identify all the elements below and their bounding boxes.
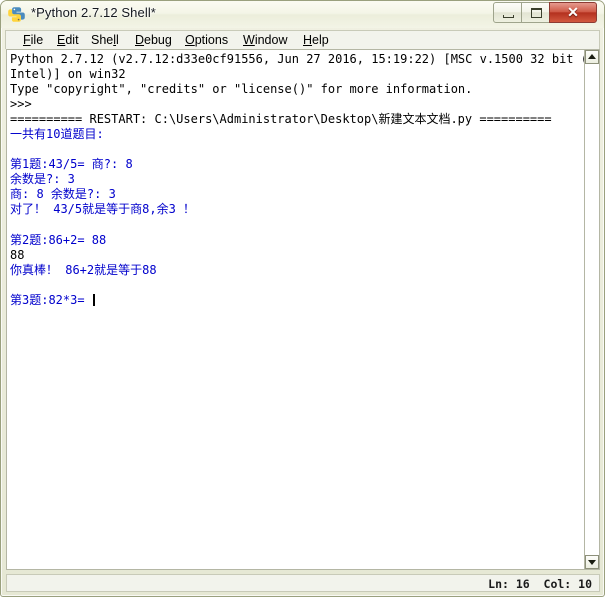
- close-button[interactable]: ✕: [549, 2, 597, 23]
- console-line: 余数是?: 3: [10, 172, 75, 187]
- console-line: 一共有10道题目:: [10, 127, 104, 142]
- console-line: ========== RESTART: C:\Users\Administrat…: [10, 112, 552, 127]
- console-line: 88: [10, 247, 25, 262]
- text-caret: [92, 293, 95, 306]
- menu-item-shell[interactable]: Shell: [86, 32, 124, 49]
- menu-item-window[interactable]: Window: [238, 32, 292, 49]
- scroll-up-arrow-icon: [588, 54, 596, 59]
- close-icon: ✕: [567, 4, 579, 20]
- title-bar: *Python 2.7.12 Shell* ✕: [1, 1, 604, 28]
- console-line: 你真棒！ 86+2就是等于88: [10, 262, 157, 277]
- console-line: >>>: [10, 97, 32, 112]
- console-line: Python 2.7.12 (v2.7.12:d33e0cf91556, Jun…: [10, 52, 584, 66]
- scroll-up-button[interactable]: [585, 50, 599, 64]
- console-line: 商: 8 余数是?: 3: [10, 187, 116, 202]
- minimize-button[interactable]: [493, 2, 522, 23]
- menu-item-file[interactable]: File: [18, 32, 48, 49]
- console-line: 第3题:82*3=: [10, 293, 582, 308]
- scroll-down-button[interactable]: [585, 555, 599, 569]
- console-output: Python 2.7.12 (v2.7.12:d33e0cf91556, Jun…: [10, 52, 584, 308]
- shell-text-area[interactable]: Python 2.7.12 (v2.7.12:d33e0cf91556, Jun…: [6, 49, 584, 570]
- menu-item-help[interactable]: Help: [298, 32, 334, 49]
- console-line: Intel)] on win32: [10, 67, 126, 82]
- menu-item-options[interactable]: Options: [180, 32, 233, 49]
- console-line: Type "copyright", "credits" or "license(…: [10, 82, 473, 97]
- console-line: 第2题:86+2= 88: [10, 232, 107, 247]
- cursor-position-indicator: Ln: 16 Col: 10: [488, 577, 592, 591]
- vertical-scrollbar[interactable]: [584, 49, 600, 570]
- maximize-icon: [531, 8, 542, 18]
- console-line: 对了！ 43/5就是等于商8,余3 ！: [10, 202, 196, 217]
- window-title: *Python 2.7.12 Shell*: [31, 5, 156, 20]
- menu-item-debug[interactable]: Debug: [130, 32, 177, 49]
- maximize-button[interactable]: [521, 2, 550, 23]
- menu-bar: File Edit Shell Debug Options Window Help: [5, 30, 600, 49]
- python-idle-icon: [8, 6, 25, 23]
- console-line: 第1题:43/5= 商?: 8: [10, 157, 133, 172]
- status-bar: Ln: 16 Col: 10: [6, 574, 600, 592]
- idle-shell-window: *Python 2.7.12 Shell* ✕ File Edit Shell Deb…: [0, 0, 605, 597]
- minimize-icon: [503, 15, 514, 18]
- menu-item-edit[interactable]: Edit: [52, 32, 84, 49]
- scroll-down-arrow-icon: [588, 560, 596, 565]
